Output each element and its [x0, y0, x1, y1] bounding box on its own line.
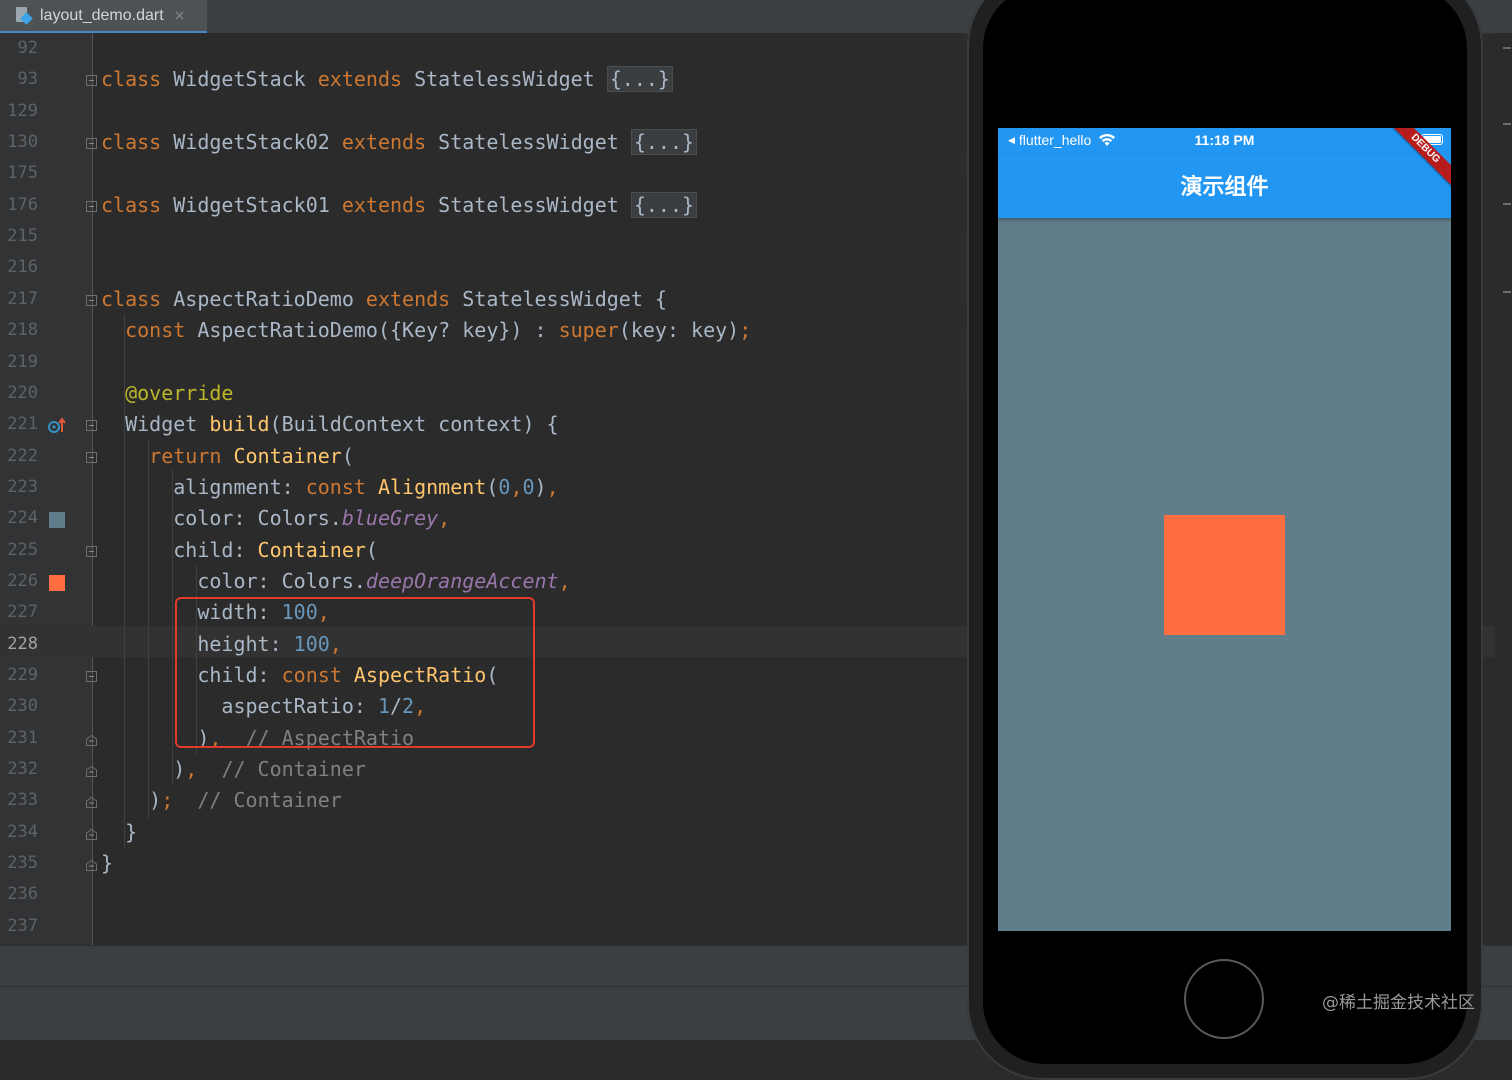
code-line[interactable]: 129 [0, 98, 960, 129]
code-line[interactable]: 217 class AspectRatioDemo extends Statele… [0, 286, 960, 317]
code-text: Widget build(BuildContext context) { [101, 412, 559, 437]
code-line[interactable]: 236 [0, 881, 960, 912]
line-number: 223 [7, 476, 38, 497]
fold-toggle-icon[interactable] [86, 451, 97, 463]
code-text: class AspectRatioDemo extends StatelessW… [101, 286, 667, 311]
code-text: color: Colors.blueGrey, [101, 506, 451, 531]
fold-toggle-icon[interactable] [86, 545, 97, 557]
line-number: 176 [7, 194, 38, 215]
code-text: color: Colors.deepOrangeAccent, [101, 568, 571, 593]
app-bar-title: 演示组件 [1180, 175, 1269, 200]
line-number: 129 [7, 100, 38, 121]
line-number: 226 [7, 570, 38, 591]
code-line[interactable]: 235} [0, 850, 960, 881]
code-line[interactable]: 222 return Container( [0, 443, 960, 474]
line-number: 220 [7, 382, 38, 403]
fold-end-icon[interactable] [86, 734, 97, 746]
code-line[interactable]: 233 ); // Container [0, 787, 960, 818]
fold-toggle-icon[interactable] [86, 75, 97, 87]
code-line[interactable]: 216 [0, 254, 960, 285]
line-number: 232 [7, 759, 38, 780]
line-number: 216 [7, 257, 38, 278]
code-text: class WidgetStack02 extends StatelessWid… [101, 127, 698, 158]
line-number: 230 [7, 696, 38, 717]
code-line[interactable]: 218 const AspectRatioDemo({Key? key}) : … [0, 317, 960, 348]
code-line[interactable]: 93 class WidgetStack extends StatelessWid… [0, 66, 960, 97]
fold-toggle-icon[interactable] [86, 138, 97, 150]
line-number: 234 [7, 821, 38, 842]
dart-file-icon [14, 6, 33, 26]
line-number: 217 [7, 288, 38, 309]
code-line[interactable]: 220 @override [0, 380, 960, 411]
code-line[interactable]: 92 [0, 35, 960, 66]
line-number: 218 [7, 320, 38, 341]
line-number: 221 [7, 414, 38, 435]
fold-toggle-icon[interactable] [86, 671, 97, 682]
color-swatch-icon[interactable] [49, 574, 65, 591]
status-time: 11:18 PM [1194, 132, 1255, 148]
code-line[interactable]: 215 [0, 223, 960, 254]
line-number: 215 [7, 226, 38, 247]
status-bar: ◀ flutter_hello 11:18 PM [998, 128, 1451, 154]
fold-toggle-icon[interactable] [86, 294, 97, 306]
fold-end-icon[interactable] [86, 860, 97, 872]
line-number: 175 [7, 163, 38, 184]
line-number: 224 [7, 508, 38, 529]
code-text: alignment: const Alignment(0,0), [101, 474, 559, 499]
code-text: } [101, 851, 114, 876]
override-icon[interactable] [47, 417, 67, 435]
code-line[interactable]: 130 class WidgetStack02 extends Stateless… [0, 129, 960, 160]
line-number: 130 [7, 132, 38, 153]
fold-end-icon[interactable] [86, 797, 97, 809]
annotation-highlight-box [175, 597, 535, 748]
line-number: 235 [7, 853, 38, 874]
app-screen[interactable]: ◀ flutter_hello 11:18 PM 演示组件 DEBUG [998, 128, 1451, 931]
fold-toggle-icon[interactable] [86, 200, 97, 212]
code-line[interactable]: 234 } [0, 819, 960, 850]
code-text: class WidgetStack extends StatelessWidge… [101, 64, 673, 95]
line-number: 92 [17, 38, 38, 58]
code-line[interactable]: 237 [0, 913, 960, 944]
line-number: 225 [7, 539, 38, 560]
code-line[interactable]: 223 alignment: const Alignment(0,0), [0, 474, 960, 505]
line-number: 231 [7, 727, 38, 748]
line-number: 228 [7, 633, 38, 654]
line-number: 222 [7, 445, 38, 466]
line-number: 93 [17, 69, 38, 90]
code-text: class WidgetStack01 extends StatelessWid… [101, 190, 698, 221]
code-text: @override [125, 380, 234, 405]
fold-toggle-icon[interactable] [86, 420, 97, 432]
deep-orange-container [1164, 515, 1285, 635]
line-number: 219 [7, 351, 38, 372]
fold-end-icon[interactable] [86, 828, 97, 840]
code-line[interactable]: 224 color: Colors.blueGrey, [0, 505, 960, 536]
color-swatch-icon[interactable] [49, 512, 65, 529]
tab-layout-demo[interactable]: layout_demo.dart × [0, 0, 207, 34]
code-text: const AspectRatioDemo({Key? key}) : supe… [125, 318, 752, 343]
code-text: child: Container( [101, 537, 378, 562]
code-line[interactable]: 219 [0, 349, 960, 380]
code-line[interactable]: 175 [0, 160, 960, 191]
code-line[interactable]: 225 child: Container( [0, 537, 960, 568]
code-line[interactable]: 232 ), // Container [0, 756, 960, 787]
code-line[interactable]: 221 Widget build(BuildContext context) { [0, 411, 960, 442]
code-text: return Container( [149, 443, 354, 468]
line-number: 227 [7, 602, 38, 623]
close-icon[interactable]: × [174, 8, 186, 24]
app-bar: 演示组件 [998, 154, 1451, 218]
line-number: 233 [7, 790, 38, 811]
line-number: 236 [7, 884, 38, 905]
home-button[interactable] [1184, 959, 1264, 1039]
code-line[interactable]: 176 class WidgetStack01 extends Stateless… [0, 190, 960, 223]
code-line[interactable]: 226 color: Colors.deepOrangeAccent, [0, 568, 960, 599]
tab-label: layout_demo.dart [40, 6, 164, 24]
code-text: ), // Container [101, 757, 366, 782]
editor-scroll-markers [1495, 33, 1512, 945]
line-number: 229 [7, 665, 38, 685]
fold-end-icon[interactable] [86, 766, 97, 778]
line-number: 237 [7, 915, 38, 936]
code-text: ); // Container [101, 788, 342, 813]
code-text: } [101, 819, 138, 844]
watermark: @稀土掘金技术社区 [1322, 993, 1475, 1013]
